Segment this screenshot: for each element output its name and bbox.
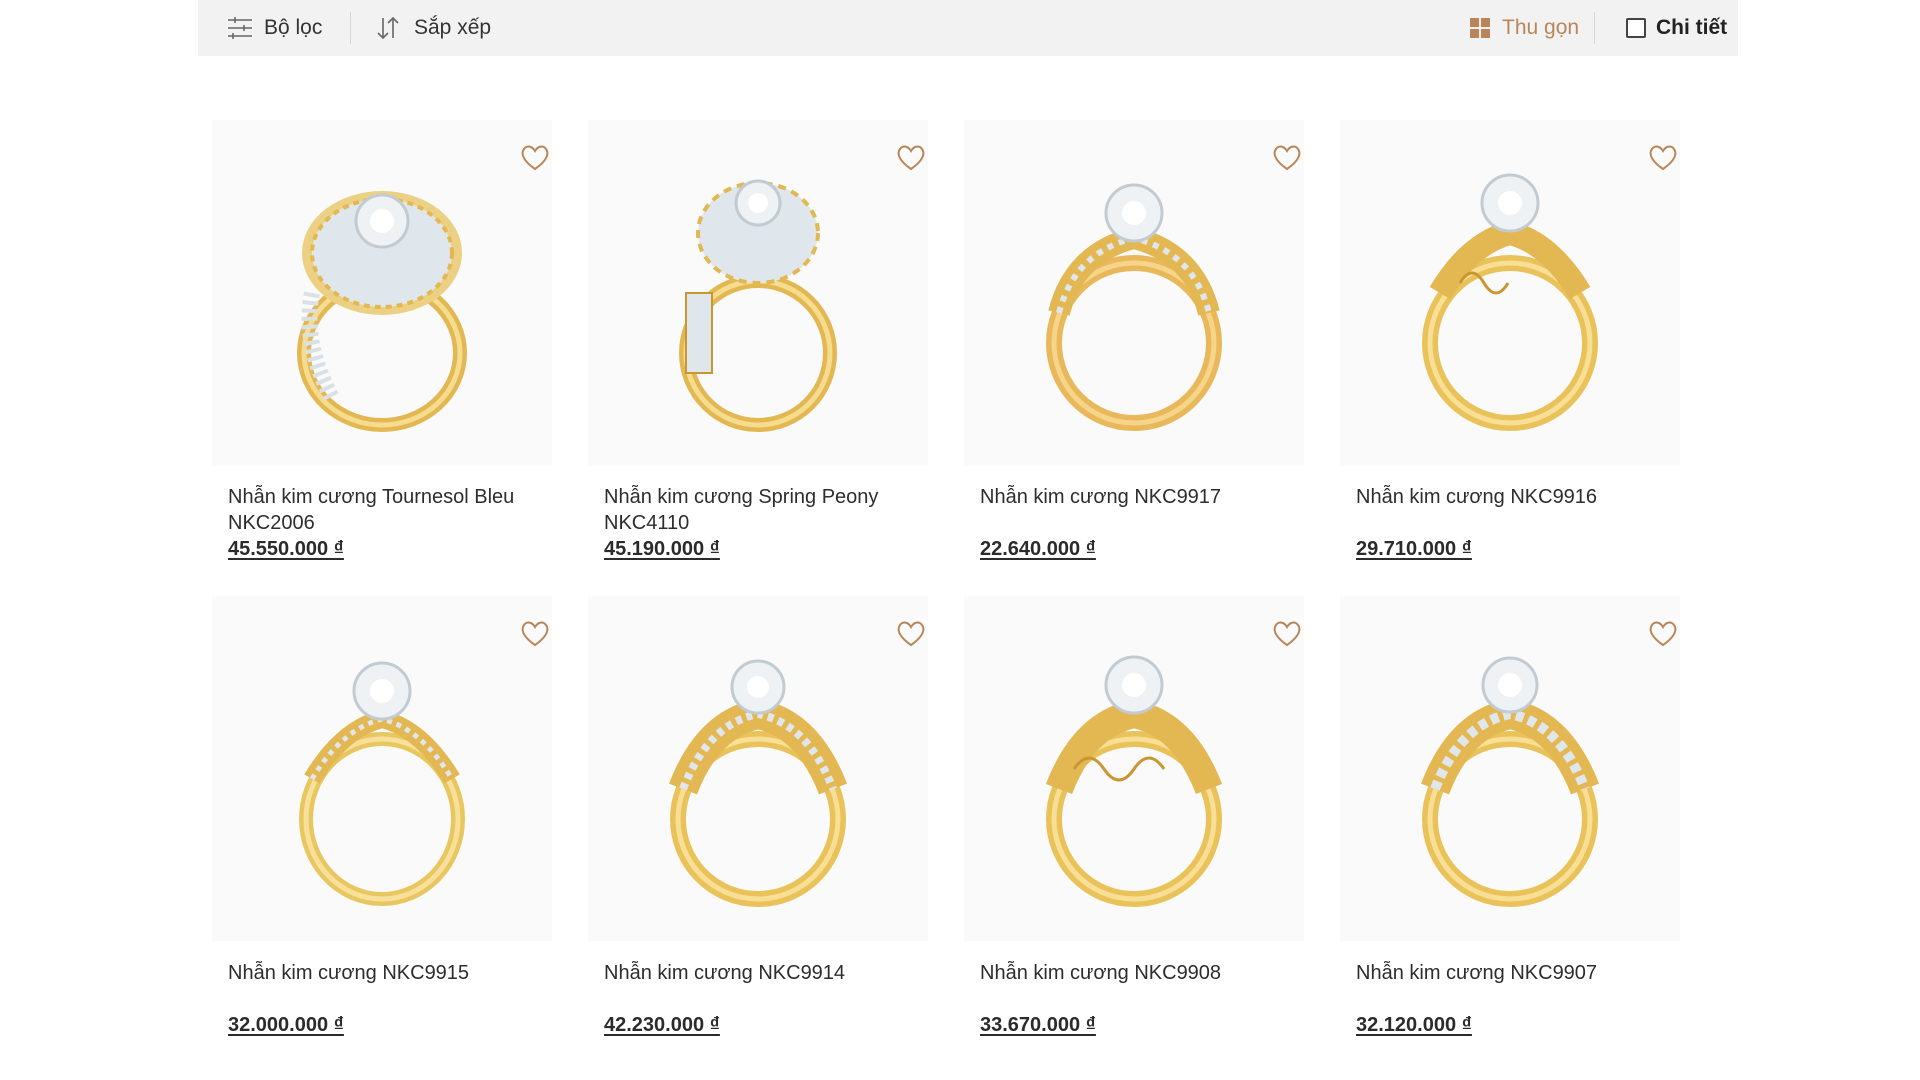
detail-checkbox-icon bbox=[1622, 14, 1650, 42]
product-price: 32.000.000 ₫ bbox=[228, 1014, 344, 1036]
product-image[interactable] bbox=[964, 120, 1304, 465]
wishlist-heart-icon[interactable] bbox=[518, 140, 552, 174]
product-name[interactable]: Nhẫn kim cương NKC9916 bbox=[1356, 484, 1696, 510]
wishlist-heart-icon[interactable] bbox=[1270, 616, 1304, 650]
diamond-ring-icon bbox=[1421, 656, 1599, 907]
compact-label: Thu gọn bbox=[1502, 16, 1580, 39]
sort-arrows-icon bbox=[374, 14, 402, 42]
filter-button[interactable]: Bộ lọc bbox=[226, 0, 322, 56]
product-name[interactable]: Nhẫn kim cương NKC9908 bbox=[980, 960, 1320, 986]
wishlist-heart-icon[interactable] bbox=[894, 616, 928, 650]
toolbar-divider bbox=[350, 12, 351, 44]
product-price: 29.710.000 ₫ bbox=[1356, 538, 1472, 560]
sort-label: Sắp xếp bbox=[414, 16, 492, 39]
product-name[interactable]: Nhẫn kim cương NKC9915 bbox=[228, 960, 568, 986]
compact-view-button[interactable]: Thu gọn bbox=[1466, 0, 1579, 56]
product-price: 33.670.000 ₫ bbox=[980, 1014, 1096, 1036]
product-price: 45.190.000 ₫ bbox=[604, 538, 720, 560]
product-price: 45.550.000 ₫ bbox=[228, 538, 344, 560]
product-price: 22.640.000 ₫ bbox=[980, 538, 1096, 560]
diamond-ring-icon bbox=[297, 190, 467, 432]
product-image[interactable] bbox=[212, 596, 552, 941]
wishlist-heart-icon[interactable] bbox=[1270, 140, 1304, 174]
diamond-ring-icon bbox=[1046, 183, 1222, 431]
product-name[interactable]: Nhẫn kim cương Tournesol Bleu NKC2006 bbox=[228, 484, 568, 536]
product-name[interactable]: Nhẫn kim cương Spring Peony NKC4110 bbox=[604, 484, 944, 536]
wishlist-heart-icon[interactable] bbox=[518, 616, 552, 650]
detail-label: Chi tiết bbox=[1656, 16, 1728, 39]
product-image[interactable] bbox=[212, 120, 552, 465]
product-image[interactable] bbox=[1340, 120, 1680, 465]
product-name[interactable]: Nhẫn kim cương NKC9917 bbox=[980, 484, 1320, 510]
wishlist-heart-icon[interactable] bbox=[894, 140, 928, 174]
wishlist-heart-icon[interactable] bbox=[1646, 140, 1680, 174]
filter-label: Bộ lọc bbox=[264, 16, 323, 39]
diamond-ring-icon bbox=[669, 659, 847, 907]
toolbar: Bộ lọc Sắp xếp Thu gọn Chi tiết bbox=[198, 0, 1738, 56]
product-image[interactable] bbox=[588, 120, 928, 465]
diamond-ring-icon bbox=[1422, 173, 1598, 431]
product-image[interactable] bbox=[588, 596, 928, 941]
product-price: 42.230.000 ₫ bbox=[604, 1014, 720, 1036]
diamond-ring-icon bbox=[679, 179, 837, 432]
filter-sliders-icon bbox=[226, 14, 254, 42]
product-name[interactable]: Nhẫn kim cương NKC9914 bbox=[604, 960, 944, 986]
product-name[interactable]: Nhẫn kim cương NKC9907 bbox=[1356, 960, 1696, 986]
diamond-ring-icon bbox=[1045, 655, 1223, 907]
wishlist-heart-icon[interactable] bbox=[1646, 616, 1680, 650]
product-image[interactable] bbox=[964, 596, 1304, 941]
sort-button[interactable]: Sắp xếp bbox=[374, 0, 491, 56]
grid-view-icon bbox=[1466, 14, 1494, 42]
toolbar-divider bbox=[1594, 12, 1595, 44]
detail-view-button[interactable]: Chi tiết bbox=[1622, 0, 1727, 56]
product-image[interactable] bbox=[1340, 596, 1680, 941]
product-price: 32.120.000 ₫ bbox=[1356, 1014, 1472, 1036]
diamond-ring-icon bbox=[299, 661, 465, 906]
